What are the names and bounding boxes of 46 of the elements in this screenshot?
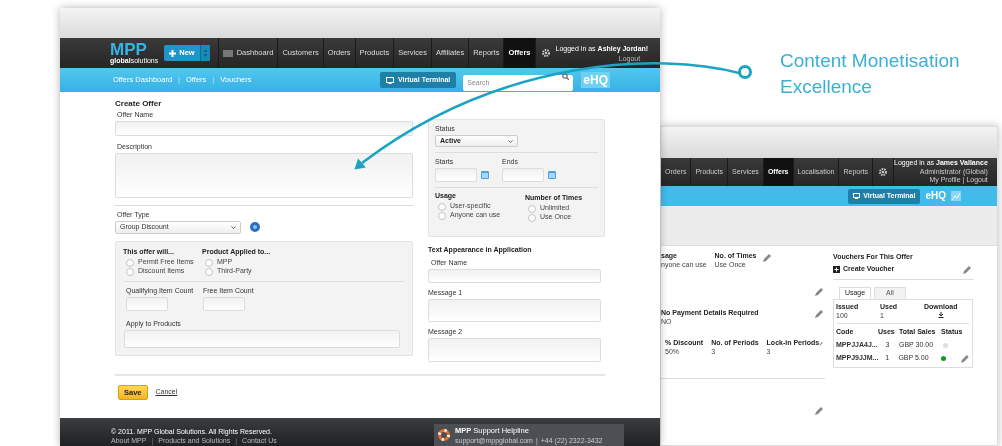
radio-button[interactable] [126,258,134,267]
radio-button[interactable] [528,204,536,213]
input-field[interactable] [124,330,400,348]
page-title: Create Offer [115,98,163,110]
radio-button[interactable] [528,213,536,222]
radio-button[interactable] [438,202,446,211]
date-field[interactable] [435,168,477,182]
pencil-icon [762,253,772,262]
plus-square-icon [833,265,840,273]
input-field[interactable] [203,297,245,311]
pencil-icon [960,354,969,363]
pencil-icon [814,406,823,415]
radio-button[interactable] [438,211,446,220]
radio-button[interactable] [126,267,134,276]
search-icon [562,72,570,80]
text-area[interactable] [115,153,413,198]
monitor-icon [853,193,861,199]
download-icon [937,311,944,318]
input-field[interactable] [115,121,413,136]
pencil-icon [814,309,823,318]
date-field[interactable] [502,168,544,182]
callout-text: Content Monetisation Excellence [780,49,961,99]
plus-icon [169,49,177,57]
pencil-icon [814,287,823,296]
monitor-icon [386,76,395,84]
list-icon [222,49,233,57]
input-field[interactable] [428,269,601,283]
chevron-down-icon [231,225,236,229]
chevron-down-icon [508,139,513,143]
radio-button[interactable] [205,258,213,267]
help-icon [250,222,260,232]
lifebuoy-icon [438,429,450,441]
text-area[interactable] [428,299,601,322]
radio-button[interactable] [205,267,213,276]
text-area[interactable] [428,338,601,362]
ehq-logo: eHQ [925,190,946,202]
caret-icon [202,49,208,57]
settings-icon [540,48,551,58]
logo-text: MPP [110,41,147,57]
pencil-icon [962,264,971,274]
ehq-logo: eHQ [581,72,610,88]
chart-icon [951,191,961,201]
calendar-icon [548,171,556,179]
input-field[interactable] [126,297,168,311]
settings-icon [878,167,888,177]
calendar-icon [481,171,489,179]
